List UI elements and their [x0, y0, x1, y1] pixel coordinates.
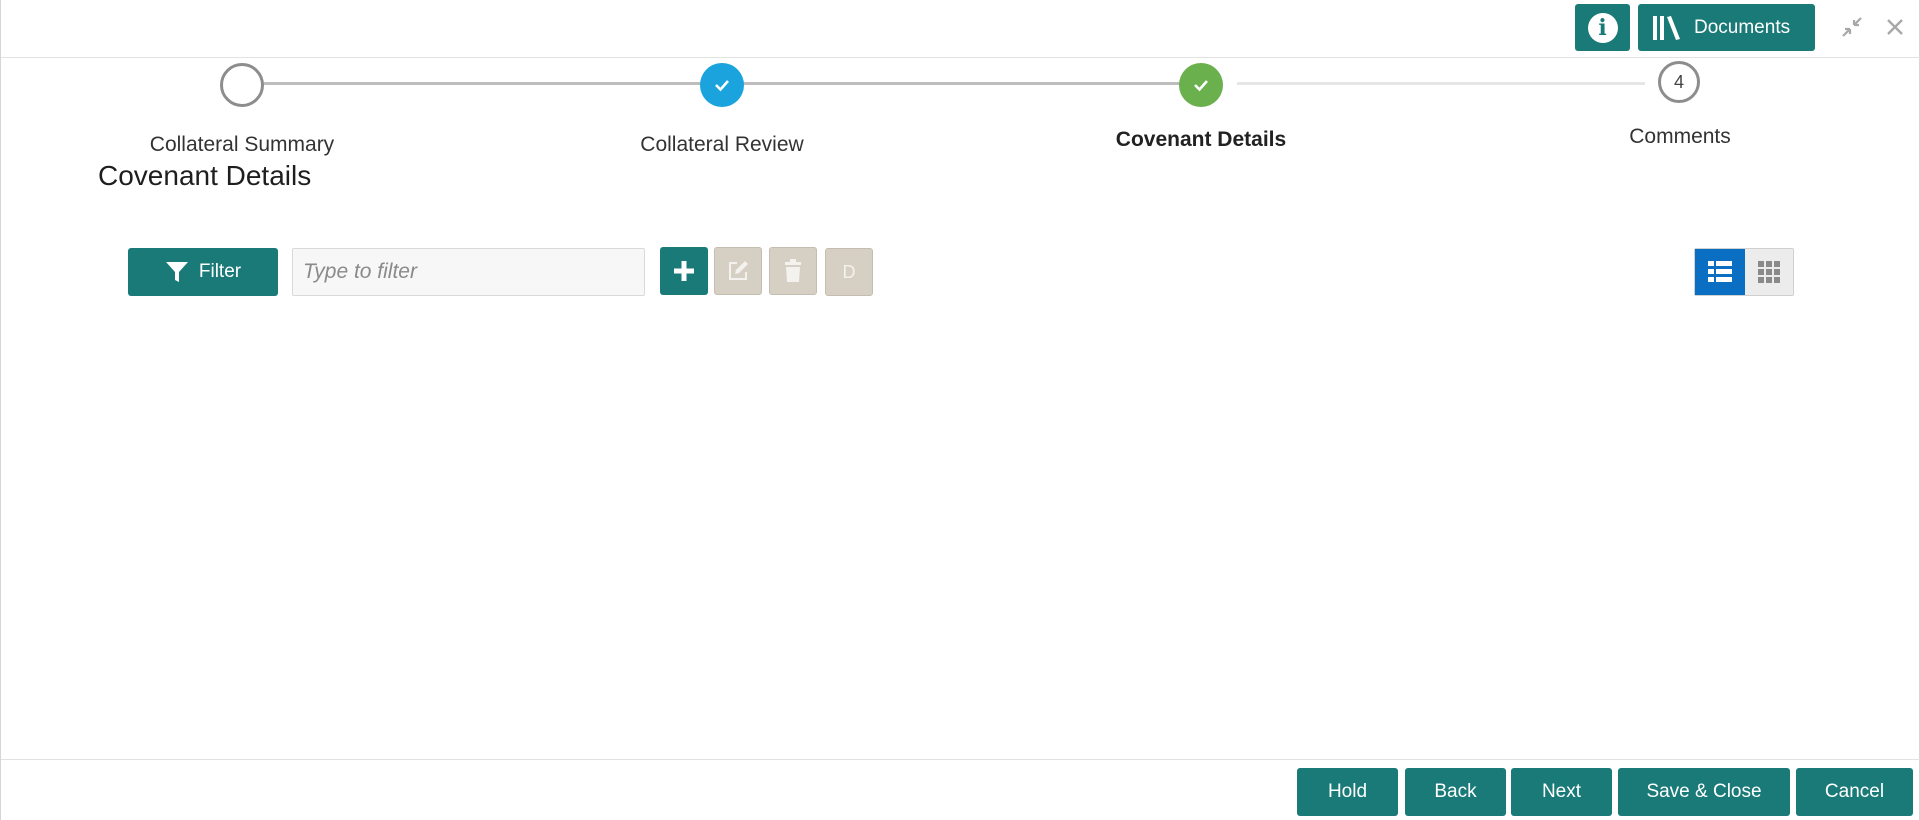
info-icon: i: [1587, 12, 1618, 43]
grid-view-icon: [1757, 261, 1780, 283]
step-2-circle[interactable]: [700, 63, 744, 107]
header-bar: i Documents: [1, 0, 1920, 58]
filter-icon: [165, 262, 188, 282]
grid-view-button[interactable]: [1744, 249, 1793, 295]
step-connector: [743, 82, 1181, 85]
app-window: i Documents Collateral Summary Collatera…: [0, 0, 1920, 820]
save-close-button[interactable]: Save & Close: [1618, 768, 1790, 816]
trash-icon: [785, 259, 801, 282]
info-button[interactable]: i: [1575, 4, 1630, 51]
filter-label: Filter: [198, 261, 242, 282]
close-icon[interactable]: [1882, 14, 1908, 40]
minimize-icon[interactable]: [1839, 14, 1865, 40]
step-3-circle[interactable]: [1179, 63, 1223, 107]
page-title: Covenant Details: [98, 160, 312, 191]
filter-button[interactable]: Filter: [128, 248, 278, 296]
view-toggle: [1694, 248, 1794, 296]
step-connector: [1237, 82, 1645, 85]
step-3-label[interactable]: Covenant Details: [1051, 128, 1351, 152]
next-button[interactable]: Next: [1511, 768, 1612, 816]
d-button[interactable]: D: [825, 248, 873, 296]
step-connector: [263, 82, 701, 85]
library-icon: [1653, 15, 1680, 40]
check-icon: [715, 80, 729, 92]
step-4-label[interactable]: Comments: [1530, 125, 1830, 149]
back-button[interactable]: Back: [1405, 768, 1506, 816]
filter-input[interactable]: [292, 248, 645, 296]
add-button[interactable]: [660, 247, 708, 295]
step-1-circle[interactable]: [220, 63, 264, 107]
cancel-button[interactable]: Cancel: [1796, 768, 1913, 816]
step-4-circle[interactable]: 4: [1658, 61, 1700, 103]
plus-icon: [674, 261, 694, 281]
documents-button[interactable]: Documents: [1638, 4, 1815, 51]
edit-button[interactable]: [714, 247, 762, 295]
list-view-icon: [1707, 261, 1732, 282]
delete-button[interactable]: [769, 247, 817, 295]
check-icon: [1194, 80, 1208, 92]
edit-icon: [729, 261, 748, 280]
hold-button[interactable]: Hold: [1297, 768, 1398, 816]
step-1-label[interactable]: Collateral Summary: [92, 133, 392, 157]
documents-label: Documents: [1694, 16, 1791, 38]
list-view-button[interactable]: [1695, 249, 1745, 295]
step-2-label[interactable]: Collateral Review: [572, 133, 872, 157]
